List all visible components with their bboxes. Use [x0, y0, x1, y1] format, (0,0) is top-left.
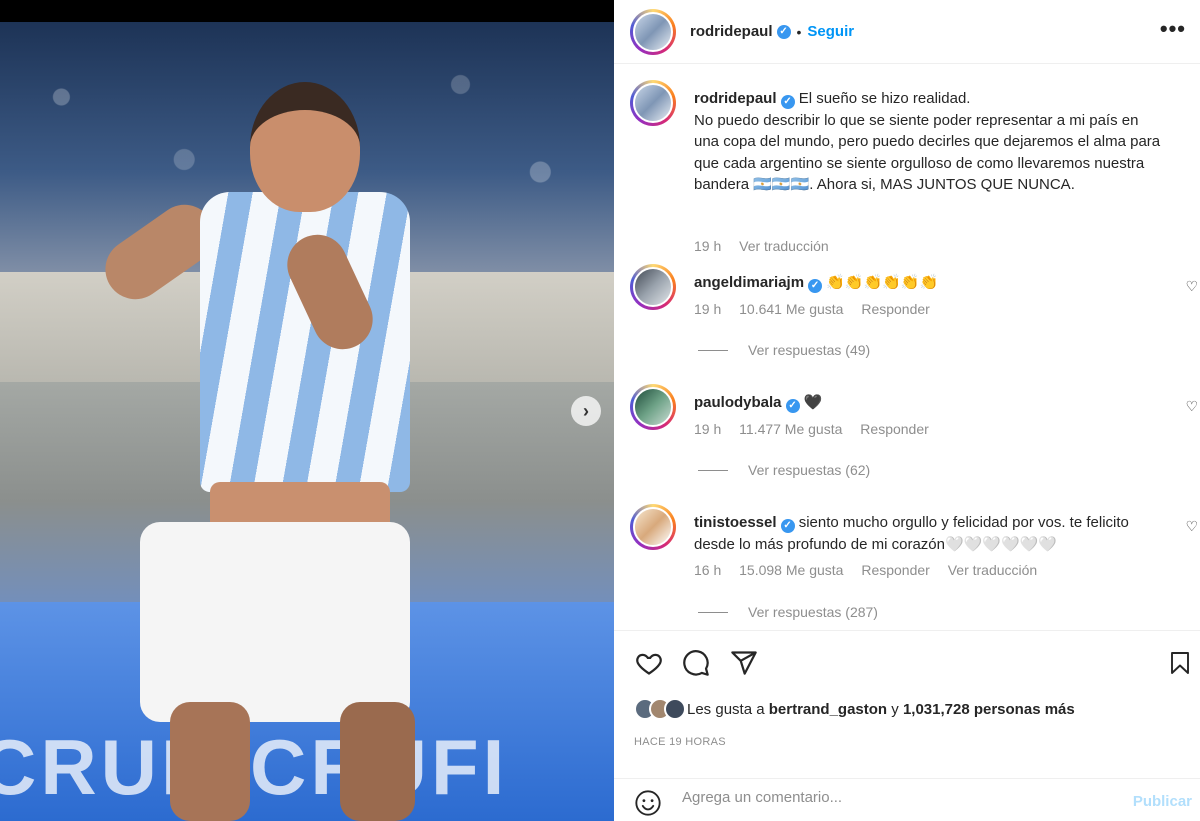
reply-button[interactable]: Responder [861, 301, 930, 317]
emoji-icon[interactable] [634, 789, 662, 817]
verified-badge-icon: ✓ [780, 95, 795, 109]
reply-button[interactable]: Responder [861, 562, 930, 578]
next-photo-button[interactable]: › [571, 396, 601, 426]
view-replies-button[interactable]: Ver respuestas (49) [698, 342, 870, 358]
post-header: rodridepaul ✓ • Seguir ••• [614, 0, 1200, 64]
post-side-panel: rodridepaul ✓ • Seguir ••• rodridepaul ✓ … [614, 0, 1200, 821]
caption-username[interactable]: rodridepaul [694, 90, 777, 107]
caption-meta: 19 h Ver traducción [694, 238, 843, 254]
caption-time[interactable]: 19 h [694, 238, 721, 254]
comment-like-heart-icon[interactable]: ♡ [1185, 398, 1198, 415]
more-options-icon[interactable]: ••• [1160, 16, 1186, 42]
likes-summary[interactable]: Les gusta a bertrand_gaston y 1,031,728 … [634, 698, 1075, 720]
comment-text: tinistoessel ✓ siento mucho orgullo y fel… [694, 512, 1164, 555]
comment-username[interactable]: tinistoessel [694, 514, 777, 531]
commenter-avatar[interactable] [630, 264, 676, 310]
comment-username[interactable]: paulodybala [694, 394, 782, 411]
view-replies-button[interactable]: Ver respuestas (62) [698, 462, 870, 478]
comment-time[interactable]: 16 h [694, 562, 721, 578]
publish-button[interactable]: Publicar [1133, 793, 1192, 810]
add-comment-bar: Publicar [614, 778, 1200, 821]
comment-body: 👏👏👏👏👏👏 [826, 274, 939, 291]
comment-likes[interactable]: 10.641 Me gusta [739, 301, 843, 317]
comment-body: 🖤 [803, 394, 823, 411]
comment-text: paulodybala ✓ 🖤 [694, 392, 1164, 414]
caption-body: No puedo describir lo que se siente pode… [694, 111, 1161, 194]
bookmark-icon[interactable] [1168, 649, 1192, 677]
comment-meta: 16 h 15.098 Me gusta Responder Ver tradu… [694, 562, 1051, 578]
comment-icon[interactable] [682, 649, 710, 677]
comment-meta: 19 h 10.641 Me gusta Responder [694, 301, 944, 317]
author-avatar[interactable] [630, 8, 676, 55]
comment-username[interactable]: angeldimariajm [694, 274, 804, 291]
verified-badge-icon: ✓ [785, 399, 800, 413]
reply-button[interactable]: Responder [860, 421, 929, 437]
separator-dot: • [796, 23, 802, 40]
caption-first-line: El sueño se hizo realidad. [798, 90, 971, 107]
heart-icon[interactable] [634, 649, 664, 677]
verified-badge-icon: ✓ [776, 24, 791, 39]
commenter-avatar[interactable] [630, 384, 676, 430]
view-replies-label: Ver respuestas (62) [748, 462, 871, 478]
post-time-ago[interactable]: HACE 19 HORAS [634, 736, 726, 748]
comments-list[interactable]: rodridepaul ✓ El sueño se hizo realidad. … [614, 64, 1200, 630]
comment-likes[interactable]: 15.098 Me gusta [739, 562, 843, 578]
share-icon[interactable] [730, 649, 758, 677]
replies-divider [698, 611, 728, 613]
verified-badge-icon: ✓ [780, 519, 795, 533]
comment-meta: 19 h 11.477 Me gusta Responder [694, 421, 943, 437]
likes-user[interactable]: bertrand_gaston [769, 701, 887, 718]
translate-link[interactable]: Ver traducción [948, 562, 1038, 578]
author-username[interactable]: rodridepaul [690, 23, 773, 40]
follow-button[interactable]: Seguir [807, 23, 854, 40]
caption-text: rodridepaul ✓ El sueño se hizo realidad. … [694, 88, 1164, 196]
view-replies-button[interactable]: Ver respuestas (287) [698, 604, 878, 620]
author-avatar[interactable] [630, 80, 676, 126]
comment-like-heart-icon[interactable]: ♡ [1185, 278, 1198, 295]
replies-divider [698, 469, 728, 471]
commenter-avatar[interactable] [630, 504, 676, 550]
comment-time[interactable]: 19 h [694, 301, 721, 317]
liker-avatars [634, 698, 686, 720]
comment-like-heart-icon[interactable]: ♡ [1185, 518, 1198, 535]
comment-text: angeldimariajm ✓ 👏👏👏👏👏👏 [694, 272, 1164, 294]
likes-count[interactable]: 1,031,728 personas más [903, 701, 1075, 718]
translate-link[interactable]: Ver traducción [739, 238, 829, 254]
post-photo: CRUFI CRUFI [0, 22, 614, 821]
likes-connector: y [891, 700, 899, 718]
view-replies-label: Ver respuestas (287) [748, 604, 878, 620]
chevron-right-icon: › [583, 400, 589, 421]
comment-time[interactable]: 19 h [694, 421, 721, 437]
comment-likes[interactable]: 11.477 Me gusta [739, 421, 842, 437]
comment-input[interactable] [682, 789, 1102, 806]
likes-prefix: Les gusta a [687, 700, 765, 718]
view-replies-label: Ver respuestas (49) [748, 342, 871, 358]
player-figure [90, 82, 420, 821]
verified-badge-icon: ✓ [808, 279, 823, 293]
replies-divider [698, 349, 728, 351]
post-actions [614, 630, 1200, 692]
